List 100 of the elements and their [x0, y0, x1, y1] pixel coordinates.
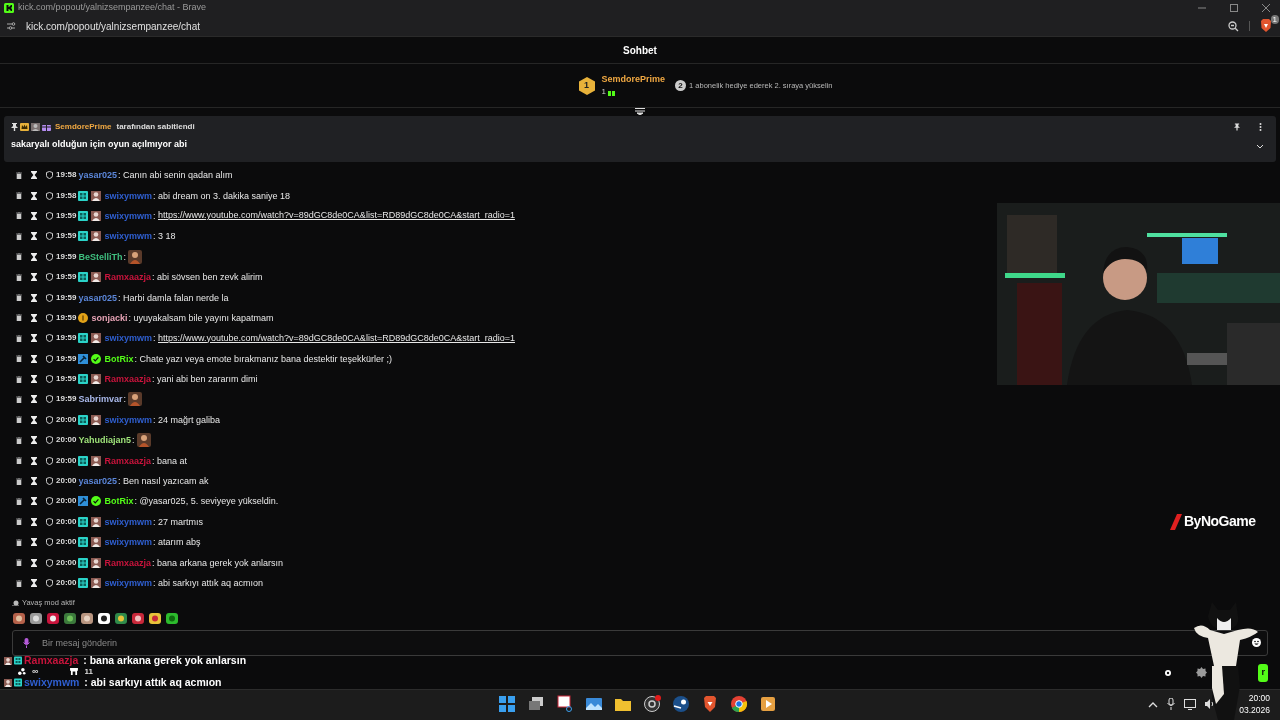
chat-username[interactable]: yasar025: [78, 475, 117, 488]
trash-icon[interactable]: [16, 171, 22, 179]
snipping-tool-icon[interactable]: [555, 694, 575, 714]
chat-username[interactable]: Yahudiajan5: [78, 434, 131, 447]
message-link[interactable]: https://www.youtube.com/watch?v=89dGC8de0CA&list=RD89dGC8de0CA&start_radio=1: [158, 331, 515, 346]
trash-icon[interactable]: [16, 375, 22, 383]
shield-icon[interactable]: [46, 579, 53, 587]
chat-username[interactable]: swixymwm: [104, 230, 152, 243]
hourglass-icon[interactable]: [31, 293, 37, 302]
trash-icon[interactable]: [16, 192, 22, 200]
chat-username[interactable]: swixymwm: [104, 577, 152, 589]
chat-username[interactable]: swixymwm: [104, 209, 152, 222]
trash-icon[interactable]: [16, 559, 22, 567]
emoji-icon[interactable]: [1252, 638, 1261, 648]
chat-username[interactable]: BeStelliTh: [78, 250, 123, 263]
hourglass-icon[interactable]: [31, 211, 37, 220]
chevron-up-icon[interactable]: [1148, 700, 1158, 708]
hourglass-icon[interactable]: [31, 558, 37, 567]
trash-icon[interactable]: [16, 212, 22, 220]
shield-icon[interactable]: [46, 211, 53, 220]
close-icon[interactable]: [1262, 4, 1270, 12]
shield-icon[interactable]: [46, 171, 53, 180]
trash-icon[interactable]: [16, 232, 22, 240]
shield-icon[interactable]: [46, 191, 53, 200]
chat-username[interactable]: Sabrimvar: [78, 393, 123, 406]
hourglass-icon[interactable]: [31, 191, 37, 200]
trash-icon[interactable]: [16, 396, 22, 403]
scroll-down-icon[interactable]: [635, 108, 645, 115]
more-icon[interactable]: [1259, 123, 1262, 131]
message-input[interactable]: Bir mesaj gönderin: [12, 630, 1268, 657]
trash-icon[interactable]: [16, 436, 22, 444]
emote-icon[interactable]: [46, 612, 60, 626]
chat-username[interactable]: swixymwm: [104, 536, 152, 549]
emote-icon[interactable]: [29, 612, 43, 626]
camera-app-icon[interactable]: [642, 694, 662, 714]
media-player-icon[interactable]: [758, 694, 778, 714]
trash-icon[interactable]: [16, 273, 22, 281]
hourglass-icon[interactable]: [31, 436, 37, 445]
shield-icon[interactable]: [46, 232, 53, 241]
settings-icon[interactable]: [1164, 668, 1173, 677]
points-icon[interactable]: [18, 668, 26, 676]
chat-username[interactable]: yasar025: [78, 169, 117, 182]
chat-username[interactable]: Ramxaazja: [104, 454, 151, 467]
pinner-name[interactable]: SemdorePrime: [55, 121, 112, 133]
shield-icon[interactable]: [46, 517, 53, 526]
send-button[interactable]: r: [1258, 663, 1268, 682]
hourglass-icon[interactable]: [31, 456, 37, 465]
shield-icon[interactable]: [46, 293, 53, 302]
shield-icon[interactable]: [46, 375, 53, 384]
emote-icon[interactable]: [97, 612, 111, 626]
emote-icon[interactable]: [165, 612, 179, 626]
maximize-icon[interactable]: [1230, 4, 1238, 12]
microphone-icon[interactable]: [23, 638, 30, 649]
trash-icon[interactable]: [16, 294, 22, 302]
shield-icon[interactable]: [46, 558, 53, 567]
shield-icon[interactable]: [46, 456, 53, 465]
emote-icon[interactable]: [12, 612, 26, 626]
shield-icon[interactable]: [46, 497, 53, 506]
trash-icon[interactable]: [16, 579, 22, 587]
hourglass-icon[interactable]: [31, 517, 37, 526]
windows-icon[interactable]: [497, 694, 517, 714]
chat-username[interactable]: BotRix: [104, 352, 134, 365]
chat-username[interactable]: yasar025: [78, 291, 117, 304]
volume-icon[interactable]: [1205, 699, 1215, 709]
hourglass-icon[interactable]: [31, 375, 37, 384]
site-settings-icon[interactable]: [6, 21, 16, 31]
chat-username[interactable]: Ramxaazja: [104, 271, 151, 284]
microphone-icon[interactable]: [1167, 698, 1175, 710]
hourglass-icon[interactable]: [31, 538, 37, 547]
trash-icon[interactable]: [16, 314, 22, 322]
shield-icon[interactable]: [46, 354, 53, 363]
hourglass-icon[interactable]: [31, 497, 37, 506]
gear-badge-icon[interactable]: [1196, 667, 1208, 679]
display-icon[interactable]: [1184, 698, 1196, 710]
hourglass-icon[interactable]: [31, 232, 37, 241]
shield-icon[interactable]: [46, 334, 53, 343]
chat-username[interactable]: BotRix: [104, 495, 134, 508]
hourglass-icon[interactable]: [31, 334, 37, 343]
chat-username[interactable]: swixymwm: [104, 413, 152, 426]
shield-icon[interactable]: [46, 415, 53, 424]
shield-icon[interactable]: [46, 313, 53, 322]
trash-icon[interactable]: [16, 416, 22, 424]
hourglass-icon[interactable]: [31, 273, 37, 282]
hourglass-icon[interactable]: [31, 395, 37, 404]
hourglass-icon[interactable]: [31, 313, 37, 322]
hourglass-icon[interactable]: [31, 252, 37, 261]
trash-icon[interactable]: [16, 538, 22, 546]
emote-icon[interactable]: [131, 612, 145, 626]
chat-username[interactable]: swixymwm: [104, 515, 152, 528]
emote-icon[interactable]: [80, 612, 94, 626]
chat-username[interactable]: Ramxaazja: [104, 373, 151, 386]
chevron-down-icon[interactable]: [1256, 144, 1264, 150]
emote-icon[interactable]: [63, 612, 77, 626]
hourglass-icon[interactable]: [31, 354, 37, 363]
shield-icon[interactable]: [46, 273, 53, 282]
lion-shield-icon[interactable]: [1260, 19, 1272, 32]
shield-icon[interactable]: [46, 538, 53, 547]
chrome-icon[interactable]: [729, 694, 749, 714]
trash-icon[interactable]: [16, 355, 22, 363]
hourglass-icon[interactable]: [31, 171, 37, 180]
